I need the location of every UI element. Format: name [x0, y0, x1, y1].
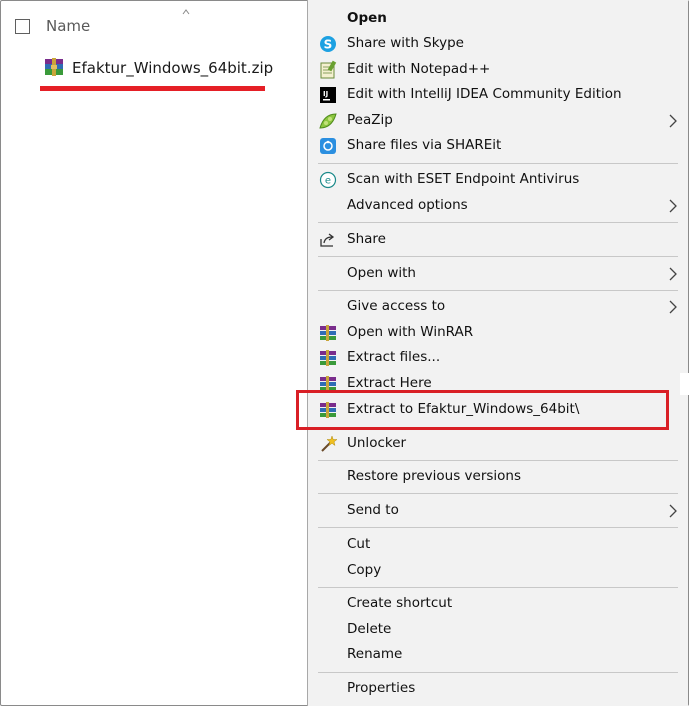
menu-item-label: Advanced options — [347, 197, 468, 213]
menu-separator — [318, 493, 678, 494]
file-row[interactable]: Efaktur_Windows_64bit.zip — [40, 54, 290, 82]
svg-text:IJ: IJ — [323, 90, 328, 98]
menu-separator — [318, 256, 678, 257]
select-all-checkbox[interactable] — [15, 19, 30, 34]
chevron-right-icon — [669, 504, 677, 518]
menu-item-open-with[interactable]: Open with — [308, 261, 688, 287]
menu-item-label: Unlocker — [347, 435, 407, 451]
shareit-icon — [320, 138, 336, 154]
menu-item-label: Properties — [347, 680, 416, 696]
annotation-underline — [40, 86, 265, 91]
menu-item-peazip[interactable]: PeaZip — [308, 108, 688, 134]
menu-item-label: Open with — [347, 265, 416, 281]
menu-item-give-access[interactable]: Give access to — [308, 294, 688, 320]
menu-item-rename[interactable]: Rename — [308, 642, 688, 668]
menu-item-label: Edit with Notepad++ — [347, 61, 491, 77]
menu-item-label: Scan with ESET Endpoint Antivirus — [347, 171, 580, 187]
chevron-right-icon — [669, 300, 677, 314]
file-list-pane: Name Efaktur_Windows_64bit.zip — [0, 0, 307, 706]
menu-item-label: Share files via SHAREit — [347, 137, 502, 153]
menu-item-label: Open with WinRAR — [347, 324, 474, 340]
menu-item-create-shortcut[interactable]: Create shortcut — [308, 591, 688, 617]
menu-item-open[interactable]: Open — [308, 6, 688, 32]
skype-icon: S — [320, 36, 336, 52]
chevron-right-icon — [669, 114, 677, 128]
menu-item-label: Rename — [347, 646, 403, 662]
menu-item-label: Extract files... — [347, 349, 441, 365]
menu-item-share-skype[interactable]: S Share with Skype — [308, 31, 688, 57]
menu-separator — [318, 163, 678, 164]
menu-item-share[interactable]: Share — [308, 227, 688, 253]
menu-item-copy[interactable]: Copy — [308, 558, 688, 584]
sort-ascending-icon — [182, 9, 190, 15]
chevron-right-icon — [669, 267, 677, 281]
screenshot-edge-strip — [680, 373, 689, 395]
context-menu: Open S Share with Skype Edit with Notepa… — [307, 0, 688, 706]
svg-text:S: S — [324, 38, 333, 52]
menu-separator — [318, 672, 678, 673]
menu-item-advanced-options[interactable]: Advanced options — [308, 193, 688, 219]
menu-item-label: Open — [347, 10, 387, 26]
menu-item-label: PeaZip — [347, 112, 393, 128]
menu-item-intellij[interactable]: IJ Edit with IntelliJ IDEA Community Edi… — [308, 82, 688, 108]
menu-separator — [318, 460, 678, 461]
menu-separator — [318, 587, 678, 588]
annotation-highlight-box — [296, 390, 669, 430]
menu-item-shareit[interactable]: Share files via SHAREit — [308, 133, 688, 159]
menu-item-restore-versions[interactable]: Restore previous versions — [308, 464, 688, 490]
menu-item-label: Delete — [347, 621, 392, 637]
menu-item-notepadpp[interactable]: Edit with Notepad++ — [308, 57, 688, 83]
menu-item-eset-scan[interactable]: e Scan with ESET Endpoint Antivirus — [308, 167, 688, 193]
menu-item-label: Extract Here — [347, 375, 432, 391]
menu-item-extract-files[interactable]: Extract files... — [308, 345, 688, 371]
winrar-icon — [320, 350, 336, 366]
menu-item-label: Copy — [347, 562, 382, 578]
menu-item-send-to[interactable]: Send to — [308, 498, 688, 524]
intellij-icon: IJ — [320, 87, 336, 103]
menu-item-unlocker[interactable]: Unlocker — [308, 431, 688, 457]
eset-icon: e — [319, 171, 337, 189]
chevron-right-icon — [669, 199, 677, 213]
menu-item-label: Create shortcut — [347, 595, 453, 611]
menu-separator — [318, 527, 678, 528]
menu-separator — [318, 290, 678, 291]
menu-item-label: Restore previous versions — [347, 468, 522, 484]
menu-item-delete[interactable]: Delete — [308, 617, 688, 643]
menu-item-label: Give access to — [347, 298, 446, 314]
peazip-icon — [319, 113, 337, 129]
file-name: Efaktur_Windows_64bit.zip — [72, 59, 274, 77]
share-icon — [320, 233, 335, 247]
winrar-icon — [320, 325, 336, 341]
menu-item-label: Send to — [347, 502, 399, 518]
menu-item-label: Share with Skype — [347, 35, 464, 51]
name-column-header[interactable]: Name — [46, 17, 90, 35]
menu-separator — [318, 222, 678, 223]
svg-text:e: e — [325, 176, 331, 187]
menu-item-cut[interactable]: Cut — [308, 532, 688, 558]
menu-item-label: Cut — [347, 536, 371, 552]
menu-item-properties[interactable]: Properties — [308, 676, 688, 702]
unlocker-wand-icon — [321, 435, 338, 452]
column-header: Name — [0, 0, 307, 52]
menu-item-label: Share — [347, 231, 386, 247]
winrar-zip-icon — [45, 58, 63, 76]
menu-item-open-winrar[interactable]: Open with WinRAR — [308, 320, 688, 346]
menu-item-label: Edit with IntelliJ IDEA Community Editio… — [347, 86, 622, 102]
notepadpp-icon — [320, 60, 337, 79]
